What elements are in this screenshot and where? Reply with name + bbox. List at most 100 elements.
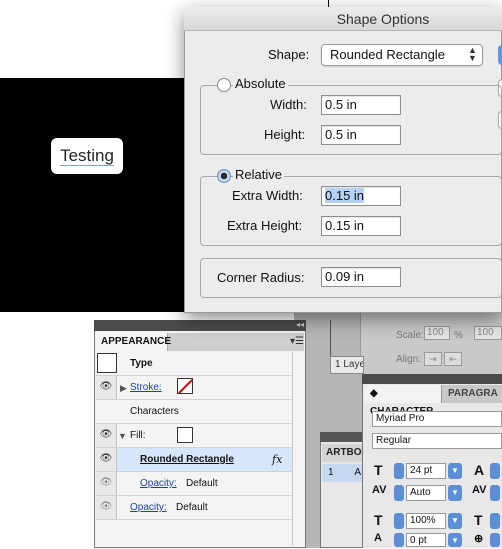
stroke-link[interactable]: Stroke: bbox=[130, 376, 162, 400]
rotation-icon: ⊕ bbox=[474, 533, 484, 545]
scale-label: Scale: bbox=[396, 330, 424, 341]
opacity-link[interactable]: Opacity: bbox=[130, 496, 167, 520]
visibility-eye-icon[interactable]: 👁 bbox=[99, 478, 113, 488]
rounded-rectangle-effect-link[interactable]: Rounded Rectangle bbox=[140, 448, 234, 472]
height-label: Height: bbox=[264, 127, 306, 142]
extra-height-field[interactable]: 0.15 in bbox=[321, 216, 401, 236]
appearance-fill-row[interactable]: 👁 ▼ Fill: bbox=[96, 424, 292, 448]
height-field[interactable]: 0.5 in bbox=[321, 125, 401, 145]
appearance-scrollbar[interactable] bbox=[292, 352, 305, 546]
type-thumbnail bbox=[97, 353, 117, 373]
kerning-field[interactable]: Auto bbox=[406, 485, 446, 501]
horizontal-scale-icon: T bbox=[474, 512, 483, 528]
artboards-panel-titlebar[interactable] bbox=[320, 432, 364, 442]
effect-opacity-link[interactable]: Opacity: bbox=[140, 472, 177, 496]
shape-select[interactable]: Rounded Rectangle bbox=[321, 44, 483, 66]
vertical-scale-field[interactable]: 100% bbox=[406, 513, 446, 529]
tab-appearance[interactable]: APPEARANCE bbox=[96, 333, 171, 351]
baseline-shift-icon: A bbox=[374, 532, 382, 544]
tracking-icon: AV bbox=[472, 484, 487, 496]
appearance-type-row[interactable]: Type bbox=[96, 352, 292, 376]
artboard-number: 1 bbox=[328, 467, 334, 478]
appearance-characters-row[interactable]: Characters bbox=[96, 400, 292, 424]
layers-count-label[interactable]: 1 Laye bbox=[330, 356, 364, 374]
font-size-field[interactable]: 24 pt bbox=[406, 463, 446, 479]
scale-percent-label: % bbox=[454, 330, 463, 341]
expand-triangle-icon[interactable]: ▶ bbox=[120, 376, 127, 400]
characters-label: Characters bbox=[130, 406, 179, 417]
vertical-scale-stepper[interactable] bbox=[394, 513, 404, 529]
leading-icon: A bbox=[474, 462, 485, 478]
visibility-eye-icon[interactable]: 👁 bbox=[99, 502, 113, 512]
fill-label: Fill: bbox=[130, 430, 146, 441]
canvas-black-area bbox=[0, 78, 186, 312]
relative-label[interactable]: Relative bbox=[233, 167, 284, 182]
relative-radio[interactable] bbox=[217, 169, 231, 183]
width-label: Width: bbox=[270, 97, 307, 112]
fx-icon[interactable]: fx bbox=[272, 448, 282, 472]
artboard-row[interactable]: 1 A bbox=[322, 464, 364, 482]
baseline-shift-dropdown[interactable]: ▼ bbox=[448, 533, 462, 547]
scale-input-2[interactable]: 100 bbox=[474, 326, 502, 340]
align-left-button[interactable]: ⇥ bbox=[424, 352, 442, 366]
fill-white-swatch[interactable] bbox=[177, 427, 193, 443]
corner-radius-field[interactable]: 0.09 in bbox=[321, 267, 401, 287]
select-arrows-icon: ▲ ▼ bbox=[468, 45, 477, 63]
extra-height-label: Extra Height: bbox=[227, 218, 303, 233]
align-right-button[interactable]: ⇤ bbox=[444, 352, 462, 366]
baseline-shift-stepper[interactable] bbox=[394, 533, 404, 547]
shape-label: Shape: bbox=[268, 47, 310, 62]
appearance-panel-titlebar[interactable] bbox=[94, 320, 306, 331]
character-collapse-icon: ◆ bbox=[370, 388, 378, 399]
tab-character[interactable]: ◆ CHARACTER bbox=[364, 385, 442, 417]
font-size-icon: T bbox=[374, 462, 383, 478]
absolute-radio[interactable] bbox=[217, 78, 231, 92]
stroke-none-swatch[interactable] bbox=[177, 378, 193, 394]
appearance-stroke-row[interactable]: 👁 ▶ Stroke: bbox=[96, 376, 292, 400]
horizontal-scale-stepper[interactable] bbox=[490, 513, 500, 529]
scale-input[interactable]: 100 bbox=[424, 326, 450, 340]
baseline-shift-field[interactable]: 0 pt bbox=[406, 533, 446, 547]
visibility-eye-icon[interactable]: 👁 bbox=[99, 382, 113, 392]
font-style-field[interactable]: Regular bbox=[372, 433, 502, 449]
font-size-stepper[interactable] bbox=[394, 463, 404, 479]
width-field[interactable]: 0.5 in bbox=[321, 95, 401, 115]
kerning-stepper[interactable] bbox=[394, 485, 404, 501]
effect-opacity-value: Default bbox=[186, 478, 218, 489]
opacity-value: Default bbox=[176, 502, 208, 513]
rotation-stepper[interactable] bbox=[490, 533, 500, 547]
font-family-field[interactable]: Myriad Pro bbox=[372, 411, 502, 427]
appearance-tabstrip bbox=[168, 333, 304, 351]
vertical-scale-icon: T bbox=[374, 512, 383, 528]
leading-stepper[interactable] bbox=[490, 463, 500, 479]
tab-paragraph[interactable]: PARAGRA O bbox=[442, 385, 502, 403]
layers-divider bbox=[330, 320, 331, 356]
visibility-eye-icon[interactable]: 👁 bbox=[99, 454, 113, 464]
kerning-icon: AV bbox=[372, 484, 387, 496]
panel-menu-icon[interactable]: ▾☰ bbox=[290, 336, 304, 347]
dialog-title: Shape Options bbox=[336, 11, 430, 27]
tracking-stepper[interactable] bbox=[490, 485, 500, 501]
align-label: Align: bbox=[396, 354, 422, 365]
corner-radius-label: Corner Radius: bbox=[217, 270, 305, 285]
ok-button[interactable] bbox=[498, 45, 502, 65]
panel-collapse-icon[interactable]: ◂◂ bbox=[296, 320, 304, 329]
canvas-text-object[interactable]: Testing bbox=[51, 138, 123, 174]
appearance-effect-opacity-row[interactable]: 👁 Opacity: Default bbox=[96, 472, 292, 496]
vertical-scale-dropdown[interactable]: ▼ bbox=[448, 513, 462, 529]
artboards-tab[interactable]: ARTBOA bbox=[322, 444, 364, 462]
appearance-opacity-row[interactable]: 👁 Opacity: Default bbox=[96, 496, 292, 520]
visibility-eye-icon[interactable]: 👁 bbox=[99, 430, 113, 440]
kerning-dropdown[interactable]: ▼ bbox=[448, 485, 462, 501]
none-slash-icon bbox=[178, 379, 192, 393]
absolute-label[interactable]: Absolute bbox=[233, 76, 288, 91]
appearance-effect-row[interactable]: 👁 Rounded Rectangle fx bbox=[96, 448, 292, 472]
font-size-dropdown[interactable]: ▼ bbox=[448, 463, 462, 479]
collapse-triangle-icon[interactable]: ▼ bbox=[118, 424, 127, 448]
type-label: Type bbox=[130, 358, 153, 369]
character-panel-titlebar[interactable] bbox=[362, 374, 502, 384]
canvas-text: Testing bbox=[60, 145, 114, 166]
extra-width-field[interactable]: 0.15 in bbox=[321, 186, 401, 206]
tab-paragraph-label: PARAGRA bbox=[448, 388, 498, 399]
extra-width-label: Extra Width: bbox=[232, 188, 303, 203]
